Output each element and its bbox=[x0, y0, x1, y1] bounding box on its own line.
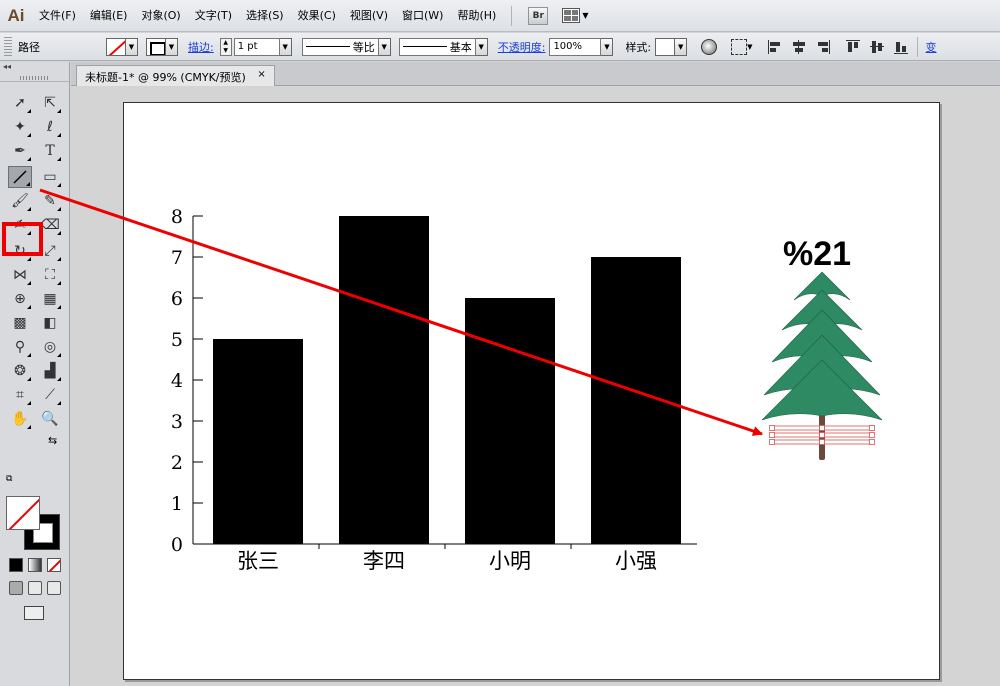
y-tick-label: 0 bbox=[171, 534, 183, 556]
tree-graphic[interactable] bbox=[761, 271, 883, 460]
y-tick-label: 6 bbox=[171, 288, 183, 310]
y-tick-label: 1 bbox=[171, 493, 183, 515]
x-tick-label: 小强 bbox=[615, 549, 657, 573]
anchor-point[interactable] bbox=[769, 439, 775, 445]
y-tick-label: 3 bbox=[171, 411, 183, 433]
y-tick-label: 4 bbox=[171, 370, 183, 392]
anchor-point[interactable] bbox=[819, 432, 825, 438]
anchor-point[interactable] bbox=[869, 432, 875, 438]
anchor-point[interactable] bbox=[869, 439, 875, 445]
y-tick-label: 7 bbox=[171, 247, 183, 269]
anchor-point[interactable] bbox=[869, 425, 875, 431]
x-tick-label: 张三 bbox=[237, 549, 279, 573]
anchor-point[interactable] bbox=[769, 425, 775, 431]
x-tick-label: 小明 bbox=[489, 549, 531, 573]
y-tick-label: 8 bbox=[171, 206, 183, 228]
bar-1[interactable] bbox=[339, 216, 429, 544]
anchor-point[interactable] bbox=[769, 432, 775, 438]
anchor-point[interactable] bbox=[819, 439, 825, 445]
bar-2[interactable] bbox=[465, 298, 555, 544]
anchor-point[interactable] bbox=[819, 425, 825, 431]
tree-percent-label: %21 bbox=[783, 235, 851, 273]
x-tick-label: 李四 bbox=[363, 549, 405, 573]
y-tick-label: 2 bbox=[171, 452, 183, 474]
bar-0[interactable] bbox=[213, 339, 303, 544]
selection-handles[interactable] bbox=[769, 425, 875, 445]
bar-chart: 0 1 2 3 4 5 6 7 8 张三 李四 小明 小强 %21 bbox=[39, 188, 883, 573]
y-tick-label: 5 bbox=[171, 329, 183, 351]
